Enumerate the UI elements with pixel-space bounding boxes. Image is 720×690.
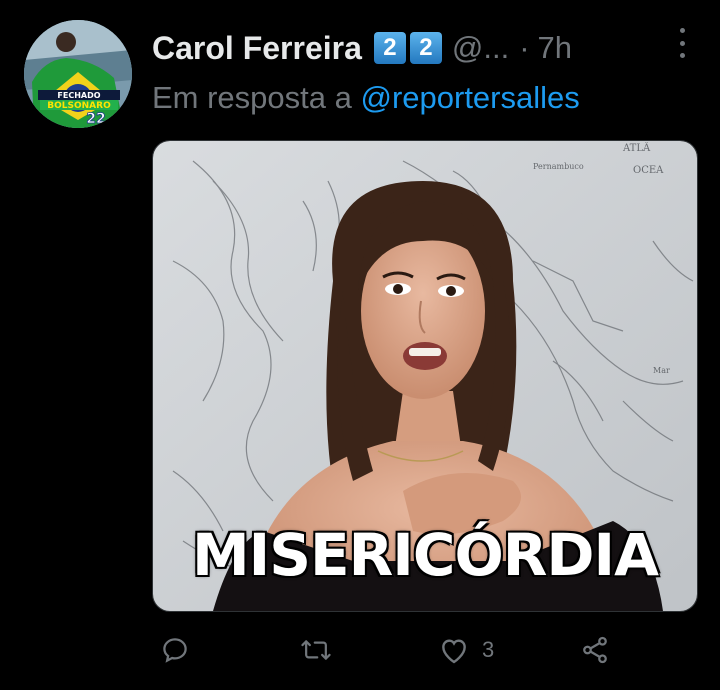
map-label-place1: Pernambuco [533, 162, 584, 171]
like-icon [442, 639, 466, 664]
tweet-header: Carol Ferreira 2 2 @... · 7h [152, 26, 572, 70]
avatar-text-line1: FECHADO [57, 91, 100, 100]
avatar-text-line2: BOLSONARO [47, 101, 111, 111]
reply-button[interactable] [160, 630, 190, 670]
author-handle[interactable]: @... [452, 30, 509, 66]
media-caption: MISERICÓRDIA [191, 521, 659, 589]
share-button[interactable] [580, 630, 610, 670]
action-bar: 3 [152, 630, 696, 670]
reply-prefix: Em resposta a [152, 80, 361, 115]
timestamp[interactable]: 7h [538, 30, 572, 66]
badge-keycap: 2 [409, 32, 442, 64]
map-label-ocean: OCEA [633, 165, 664, 176]
badge-keycap: 2 [373, 32, 406, 64]
map-label-atlantic: ATLÂ [622, 142, 651, 154]
tweet[interactable]: FECHADO BOLSONARO 22 Carol Ferreira 2 2 … [0, 0, 720, 690]
more-icon[interactable] [670, 28, 694, 58]
name-badges: 2 2 [373, 32, 442, 64]
separator-dot: · [519, 30, 530, 65]
avatar[interactable]: FECHADO BOLSONARO 22 [24, 20, 132, 128]
avatar-text-line3: 22 [86, 111, 105, 127]
tweet-media[interactable]: ATLÂ OCEA Pernambuco Mar MISERICÓRDIA [152, 140, 698, 612]
author-name[interactable]: Carol Ferreira [152, 30, 362, 67]
map-label-place2: Mar [653, 366, 670, 375]
reply-context: Em resposta a @reportersalles [152, 80, 580, 116]
like-count: 3 [482, 637, 495, 662]
like-button[interactable]: 3 [438, 630, 494, 670]
reply-mention-link[interactable]: @reportersalles [360, 80, 579, 115]
share-icon [583, 636, 607, 664]
retweet-button[interactable] [300, 630, 332, 670]
retweet-icon [301, 640, 331, 660]
reply-icon [163, 638, 187, 663]
